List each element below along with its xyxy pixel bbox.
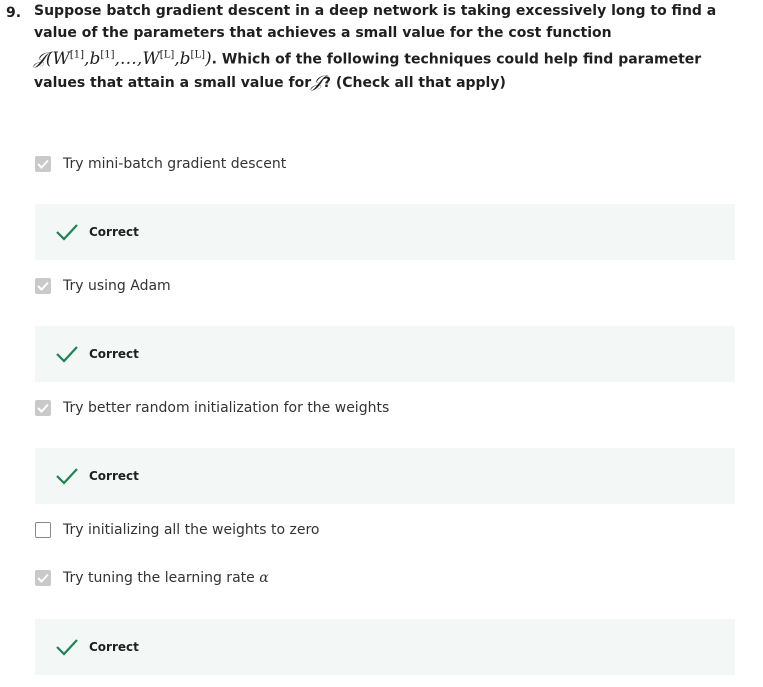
option-mini-batch[interactable]: Try mini-batch gradient descent [35,154,286,174]
option-adam[interactable]: Try using Adam [35,276,171,296]
feedback-label: Correct [89,347,139,361]
option-label: Try initializing all the weights to zero [63,522,320,538]
j-symbol: 𝒥 [311,71,323,92]
checkbox-checked[interactable] [35,156,51,172]
feedback-correct: Correct [35,448,735,504]
option-learning-rate[interactable]: Try tuning the learning rate α [35,568,269,588]
option-label: Try using Adam [63,278,171,294]
check-icon [55,464,79,488]
option-zero-init[interactable]: Try initializing all the weights to zero [35,520,319,540]
checkbox-checked[interactable] [35,278,51,294]
option-label: Try tuning the learning rate α [63,570,269,586]
feedback-correct: Correct [35,326,735,382]
question-text-part-3: ? (Check all that apply) [322,74,506,91]
checkmark-icon [37,573,49,583]
question-text-part-1: Suppose batch gradient descent in a deep… [34,3,717,41]
option-label: Try mini-batch gradient descent [63,156,287,172]
option-better-init[interactable]: Try better random initialization for the… [35,398,389,418]
check-icon [55,220,79,244]
check-icon [55,635,79,659]
check-icon [55,342,79,366]
feedback-label: Correct [89,469,139,483]
cost-function-formula: 𝒥(W[1],b[1],…,W[L],b[L]) [34,48,212,69]
option-label: Try better random initialization for the… [63,400,390,416]
checkmark-icon [37,281,49,291]
checkbox-unchecked[interactable] [35,522,51,538]
question-text: Suppose batch gradient descent in a deep… [34,0,744,94]
alpha-symbol: α [259,570,269,586]
feedback-label: Correct [89,225,139,239]
feedback-correct: Correct [35,619,735,675]
checkmark-icon [37,403,49,413]
feedback-label: Correct [89,640,139,654]
feedback-correct: Correct [35,204,735,260]
checkbox-checked[interactable] [35,570,51,586]
question-number: 9. [6,5,22,21]
checkbox-checked[interactable] [35,400,51,416]
checkmark-icon [37,159,49,169]
